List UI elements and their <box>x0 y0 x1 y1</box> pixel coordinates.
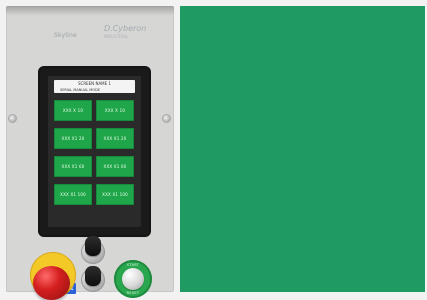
hmi-button-5[interactable]: XXX X1 60 <box>54 156 92 177</box>
brand-right-title: D.Cyberon <box>104 24 147 33</box>
hmi-display: SCREEN NAME 1 SERIAL MANUAL MODE XXX X 1… <box>40 68 149 294</box>
hmi-button-label: XXX X 10 <box>104 108 126 113</box>
hmi-button-6[interactable]: XXX X1 60 <box>96 156 134 177</box>
control-panel: Skyline D.Cyberon INDUSTRIAL SCREEN NAME… <box>6 6 174 300</box>
selector-switch-top[interactable] <box>85 236 101 256</box>
hmi-screen: SCREEN NAME 1 SERIAL MANUAL MODE XXX X 1… <box>48 76 141 294</box>
top-shadow <box>6 6 174 16</box>
brand-right: D.Cyberon INDUSTRIAL <box>104 24 166 46</box>
hmi-button-label: XXX X 10 <box>62 108 84 113</box>
hmi-button-label: XXX X1 100 <box>102 192 128 197</box>
hmi-button-1[interactable]: XXX X 10 <box>54 100 92 121</box>
hmi-button-8[interactable]: XXX X1 100 <box>96 184 134 205</box>
hmi-button-label: XXX X1 100 <box>60 192 86 197</box>
hmi-button-label: XXX X1 20 <box>61 136 85 141</box>
hmi-subtitle: SERIAL MANUAL MODE <box>60 88 101 92</box>
right-color-panel <box>180 6 425 292</box>
selector-switch-bottom[interactable] <box>85 266 101 286</box>
start-text-bottom: RESET <box>126 291 140 295</box>
hmi-header: SCREEN NAME 1 SERIAL MANUAL MODE <box>54 80 135 93</box>
hmi-button-label: XXX X1 20 <box>103 136 127 141</box>
hmi-button-7[interactable]: XXX X1 100 <box>54 184 92 205</box>
start-button[interactable] <box>122 268 144 290</box>
brand-right-subtitle: INDUSTRIAL <box>104 34 129 39</box>
hmi-button-2[interactable]: XXX X 10 <box>96 100 134 121</box>
screw-icon <box>163 115 170 122</box>
brand-left: Skyline <box>54 31 77 39</box>
hmi-button-label: XXX X1 60 <box>61 164 85 169</box>
hmi-title: SCREEN NAME 1 <box>78 81 111 86</box>
hmi-button-label: XXX X1 60 <box>103 164 127 169</box>
hmi-button-3[interactable]: XXX X1 20 <box>54 128 92 149</box>
start-text-top: START <box>126 263 140 267</box>
hmi-button-4[interactable]: XXX X1 20 <box>96 128 134 149</box>
screw-icon <box>9 115 16 122</box>
